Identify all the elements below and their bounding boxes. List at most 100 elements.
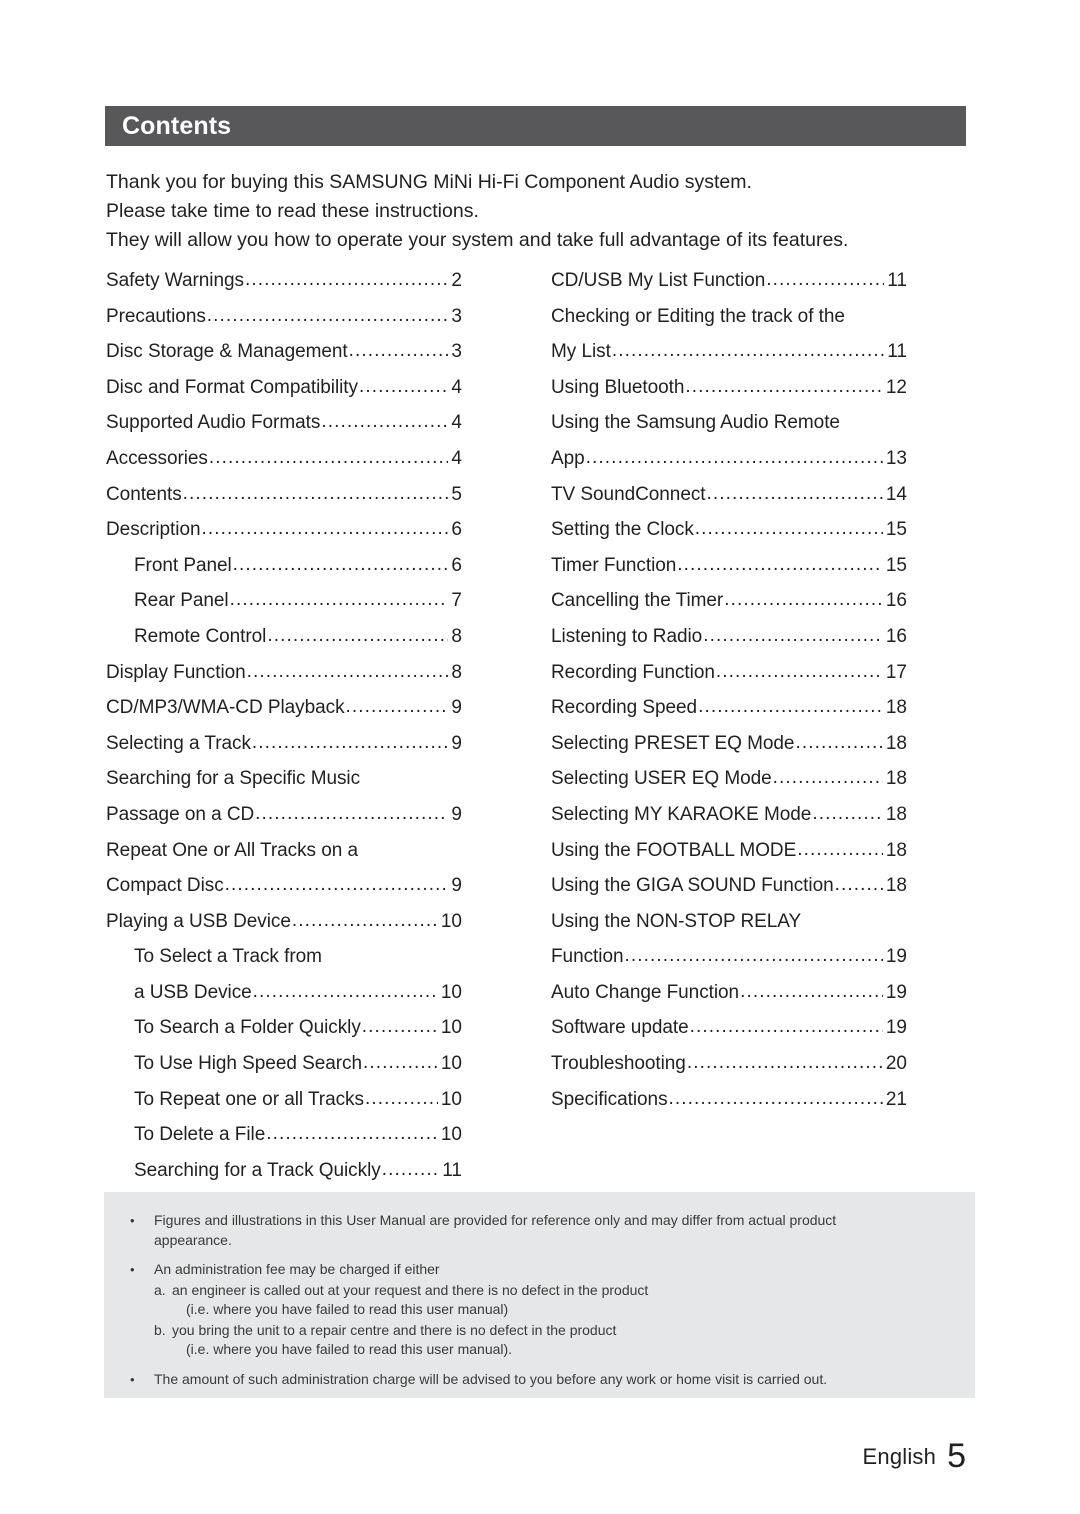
toc-entry[interactable]: To Search a Folder Quickly 10 (106, 1015, 462, 1051)
toc-leader-dots (707, 483, 883, 505)
intro-paragraph: Thank you for buying this SAMSUNG MiNi H… (106, 168, 976, 255)
toc-entry[interactable]: App 13 (551, 446, 907, 482)
toc-entry[interactable]: Front Panel 6 (106, 553, 462, 589)
toc-leader-dots (698, 696, 883, 718)
toc-entry[interactable]: To Repeat one or all Tracks 10 (106, 1087, 462, 1123)
toc-entry[interactable]: Selecting PRESET EQ Mode 18 (551, 731, 907, 767)
toc-entry[interactable]: To Select a Track from (106, 944, 462, 980)
toc-entry[interactable]: Setting the Clock 15 (551, 517, 907, 553)
toc-leader-dots (773, 767, 883, 789)
toc-entry[interactable]: To Delete a File 10 (106, 1122, 462, 1158)
toc-entry-label: Front Panel (134, 554, 232, 576)
toc-leader-dots (255, 803, 448, 825)
toc-entry[interactable]: Selecting a Track 9 (106, 731, 462, 767)
toc-entry[interactable]: Disc Storage & Management 3 (106, 339, 462, 375)
toc-entry-page-number: 3 (451, 305, 462, 327)
toc-entry[interactable]: Using Bluetooth 12 (551, 375, 907, 411)
toc-entry-label: Using the FOOTBALL MODE (551, 839, 797, 861)
note-sub-text-line: (i.e. where you have failed to read this… (186, 1301, 509, 1317)
toc-entry-label: Checking or Editing the track of the (551, 305, 845, 327)
toc-entry[interactable]: Safety Warnings 2 (106, 268, 462, 304)
toc-entry[interactable]: Contents 5 (106, 482, 462, 518)
notes-list: • Figures and illustrations in this User … (104, 1192, 975, 1389)
toc-leader-dots (209, 447, 449, 469)
toc-entry[interactable]: Searching for a Specific Music (106, 766, 462, 802)
note-sub-body: you bring the unit to a repair centre an… (172, 1321, 949, 1360)
toc-entry[interactable]: Cancelling the Timer 16 (551, 588, 907, 624)
toc-leader-dots (247, 661, 449, 683)
toc-entry-label: Selecting MY KARAOKE Mode (551, 803, 812, 825)
toc-entry-page-number: 19 (885, 1017, 907, 1039)
toc-entry[interactable]: Searching for a Track Quickly 11 (106, 1158, 462, 1194)
toc-entry[interactable]: Checking or Editing the track of the (551, 304, 907, 340)
toc-entry[interactable]: Playing a USB Device 10 (106, 909, 462, 945)
toc-entry-page-number: 7 (451, 590, 462, 612)
toc-entry[interactable]: TV SoundConnect 14 (551, 482, 907, 518)
toc-entry[interactable]: Passage on a CD 9 (106, 802, 462, 838)
toc-entry[interactable]: Disc and Format Compatibility 4 (106, 375, 462, 411)
toc-entry-label: Searching for a Specific Music (106, 768, 361, 790)
toc-entry[interactable]: Precautions 3 (106, 304, 462, 340)
toc-entry[interactable]: Using the NON-STOP RELAY (551, 909, 907, 945)
toc-leader-dots (321, 411, 448, 433)
note-text-line: Figures and illustrations in this User M… (154, 1212, 837, 1228)
toc-entry-page-number: 10 (440, 1124, 462, 1146)
toc-entry[interactable]: CD/USB My List Function 11 (551, 268, 907, 304)
toc-entry[interactable]: Recording Speed 18 (551, 695, 907, 731)
toc-entry-page-number: 18 (885, 768, 907, 790)
toc-entry[interactable]: Recording Function 17 (551, 660, 907, 696)
toc-entry[interactable]: Specifications 21 (551, 1087, 907, 1123)
notes-box: • Figures and illustrations in this User … (104, 1192, 975, 1398)
note-sub-text-line: you bring the unit to a repair centre an… (172, 1321, 617, 1338)
toc-entry[interactable]: Using the Samsung Audio Remote (551, 410, 907, 446)
toc-entry[interactable]: Using the FOOTBALL MODE 18 (551, 838, 907, 874)
toc-entry[interactable]: Auto Change Function 19 (551, 980, 907, 1016)
toc-entry[interactable]: Selecting USER EQ Mode 18 (551, 766, 907, 802)
toc-entry-page-number: 9 (451, 875, 462, 897)
toc-entry[interactable]: Supported Audio Formats 4 (106, 410, 462, 446)
page-title: Contents (122, 111, 232, 140)
toc-entry-page-number: 6 (451, 519, 462, 541)
toc-entry[interactable]: Selecting MY KARAOKE Mode 18 (551, 802, 907, 838)
note-item: • The amount of such administration charg… (130, 1370, 949, 1390)
toc-entry-label: Safety Warnings (106, 270, 244, 291)
toc-entry[interactable]: Software update 19 (551, 1015, 907, 1051)
toc-entry[interactable]: To Use High Speed Search 10 (106, 1051, 462, 1087)
toc-entry[interactable]: Function 19 (551, 944, 907, 980)
toc-entry[interactable]: Troubleshooting 20 (551, 1051, 907, 1087)
toc-entry[interactable]: Compact Disc 9 (106, 873, 462, 909)
toc-entry[interactable]: Description 6 (106, 517, 462, 553)
toc-entry-label: Description (106, 519, 201, 541)
toc-entry[interactable]: a USB Device 10 (106, 980, 462, 1016)
toc-entry[interactable]: Repeat One or All Tracks on a (106, 838, 462, 874)
toc-entry-page-number: 17 (885, 661, 907, 683)
toc-entry-label: Remote Control (134, 625, 267, 647)
toc-entry[interactable]: Accessories 4 (106, 446, 462, 482)
toc-leader-dots (695, 518, 883, 540)
note-body: Figures and illustrations in this User M… (154, 1211, 949, 1250)
bullet-icon: • (130, 1371, 135, 1387)
note-text-line: The amount of such administration charge… (154, 1370, 828, 1387)
toc-entry[interactable]: Timer Function 15 (551, 553, 907, 589)
toc-entry-page-number: 19 (885, 981, 907, 1003)
toc-entry[interactable]: Remote Control 8 (106, 624, 462, 660)
toc-leader-dots (624, 945, 882, 967)
toc-entry-page-number: 19 (885, 946, 907, 968)
toc-entry[interactable]: Display Function 8 (106, 660, 462, 696)
toc-entry-page-number: 10 (440, 981, 462, 1003)
toc-leader-dots (230, 589, 449, 611)
toc-leader-dots (677, 554, 883, 576)
toc-entry[interactable]: Rear Panel 7 (106, 588, 462, 624)
toc-leader-dots (362, 1016, 438, 1038)
toc-entry-page-number: 9 (451, 697, 462, 719)
toc-entry[interactable]: Listening to Radio 16 (551, 624, 907, 660)
toc-entry[interactable]: CD/MP3/WMA-CD Playback 9 (106, 695, 462, 731)
toc-leader-dots (202, 518, 449, 540)
toc-entry-label: Contents (106, 483, 182, 505)
toc-entry[interactable]: Using the GIGA SOUND Function 18 (551, 873, 907, 909)
toc-entry-label: Selecting a Track (106, 732, 251, 754)
toc-leader-dots (207, 305, 449, 327)
toc-entry-label: Setting the Clock (551, 519, 694, 541)
toc-leader-dots (835, 874, 883, 896)
toc-entry[interactable]: My List 11 (551, 339, 907, 375)
